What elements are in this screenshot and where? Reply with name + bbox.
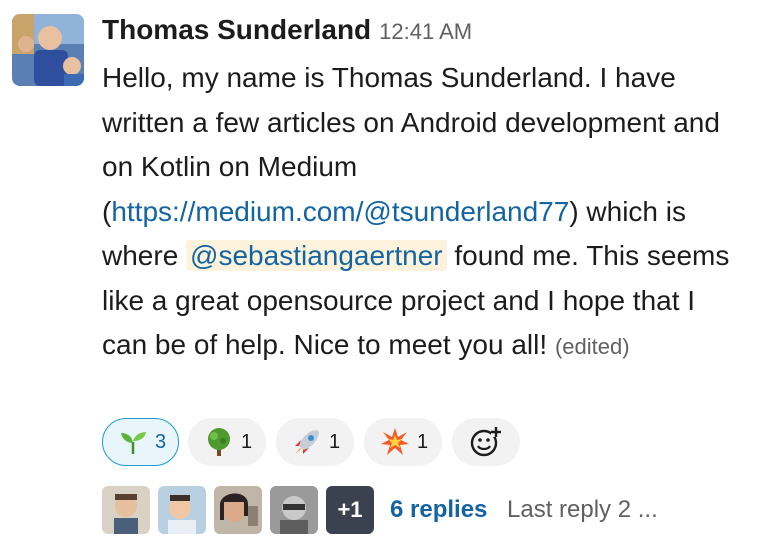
reaction-rocket[interactable]: 1 [276, 418, 354, 466]
author-name[interactable]: Thomas Sunderland [102, 14, 371, 45]
avatar [158, 486, 206, 534]
last-reply: Last reply 2 ... [507, 496, 658, 523]
reaction-collision[interactable]: 1 [364, 418, 442, 466]
message-header: Thomas Sunderland 12:41 AM [102, 14, 472, 46]
add-reaction-icon [470, 427, 501, 457]
thread-summary[interactable]: +1 6 replies Last reply 2 ... [102, 486, 722, 534]
medium-link[interactable]: https://medium.com/@tsunderland77 [111, 196, 569, 227]
avatar [102, 486, 150, 534]
reaction-seedling[interactable]: 3 [102, 418, 179, 466]
replies-link[interactable]: 6 replies [390, 496, 487, 524]
collision-icon [381, 428, 409, 455]
author-avatar[interactable] [12, 14, 84, 86]
edited-label: (edited) [554, 334, 630, 359]
reaction-count: 3 [155, 430, 167, 453]
message: Thomas Sunderland 12:41 AM Hello, my name… [0, 0, 768, 550]
timestamp[interactable]: 12:41 AM [379, 19, 472, 44]
reaction-tree[interactable]: 1 [188, 418, 266, 466]
user-mention[interactable]: @sebastiangaertner [186, 240, 447, 271]
avatar [270, 486, 318, 534]
reaction-count: 1 [329, 430, 341, 453]
avatar [214, 486, 262, 534]
tree-icon [208, 428, 230, 456]
reaction-count: 1 [241, 430, 253, 453]
more-participants: +1 [326, 486, 374, 534]
add-reaction-button[interactable] [452, 418, 520, 466]
seedling-icon [121, 432, 146, 454]
rocket-icon [295, 430, 319, 454]
reaction-count: 1 [417, 430, 429, 453]
message-body: Hello, my name is Thomas Sunderland. I h… [102, 56, 742, 370]
